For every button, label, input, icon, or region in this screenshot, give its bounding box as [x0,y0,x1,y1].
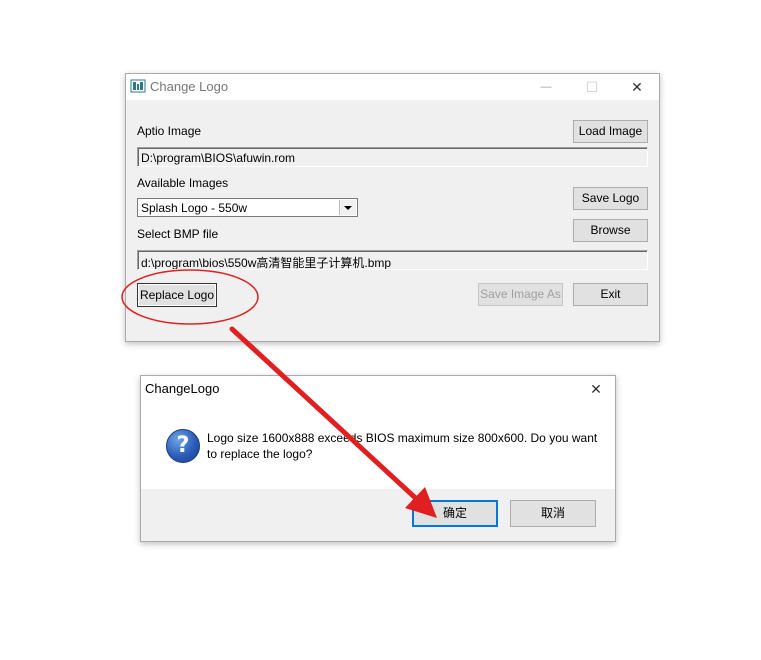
aptio-image-path: D:\program\BIOS\afuwin.rom [137,147,648,167]
dialog-message-line1: Logo size 1600x888 exceeds BIOS maximum … [207,431,598,445]
dialog-button-area: 确定 取消 [141,489,615,541]
browse-button[interactable]: Browse [573,219,648,242]
available-images-value: Splash Logo - 550w [141,201,248,215]
maximize-button[interactable]: ☐ [569,74,615,100]
app-icon [130,79,146,93]
available-images-select[interactable]: Splash Logo - 550w [137,198,358,217]
dialog-title-bar[interactable]: ChangeLogo ✕ [141,376,615,404]
save-logo-button[interactable]: Save Logo [573,187,648,210]
save-image-as-button[interactable]: Save Image As [478,283,563,306]
aptio-image-label: Aptio Image [137,124,202,138]
bmp-file-path: d:\program\bios\550w高清智能里子计算机.bmp [137,250,648,270]
minimize-button[interactable]: — [523,74,569,100]
dialog-title: ChangeLogo [145,381,220,396]
cancel-button[interactable]: 取消 [510,500,596,527]
load-image-button[interactable]: Load Image [573,120,648,143]
chevron-down-icon[interactable] [339,200,356,215]
select-bmp-label: Select BMP file [137,227,219,241]
change-logo-window: Change Logo — ☐ ✕ Aptio Image Load Image… [125,73,660,342]
changelogo-dialog: ChangeLogo ✕ ? Logo size 1600x888 exceed… [140,375,616,542]
available-images-label: Available Images [137,176,229,190]
dialog-close-button[interactable]: ✕ [578,376,614,402]
title-bar[interactable]: Change Logo — ☐ ✕ [126,74,659,100]
replace-logo-button[interactable]: Replace Logo [137,283,217,307]
dialog-message-line2: to replace the logo? [207,447,313,461]
window-title: Change Logo [150,79,229,94]
close-button[interactable]: ✕ [614,74,660,100]
exit-button[interactable]: Exit [573,283,648,306]
question-icon: ? [166,429,200,463]
ok-button[interactable]: 确定 [412,500,498,527]
